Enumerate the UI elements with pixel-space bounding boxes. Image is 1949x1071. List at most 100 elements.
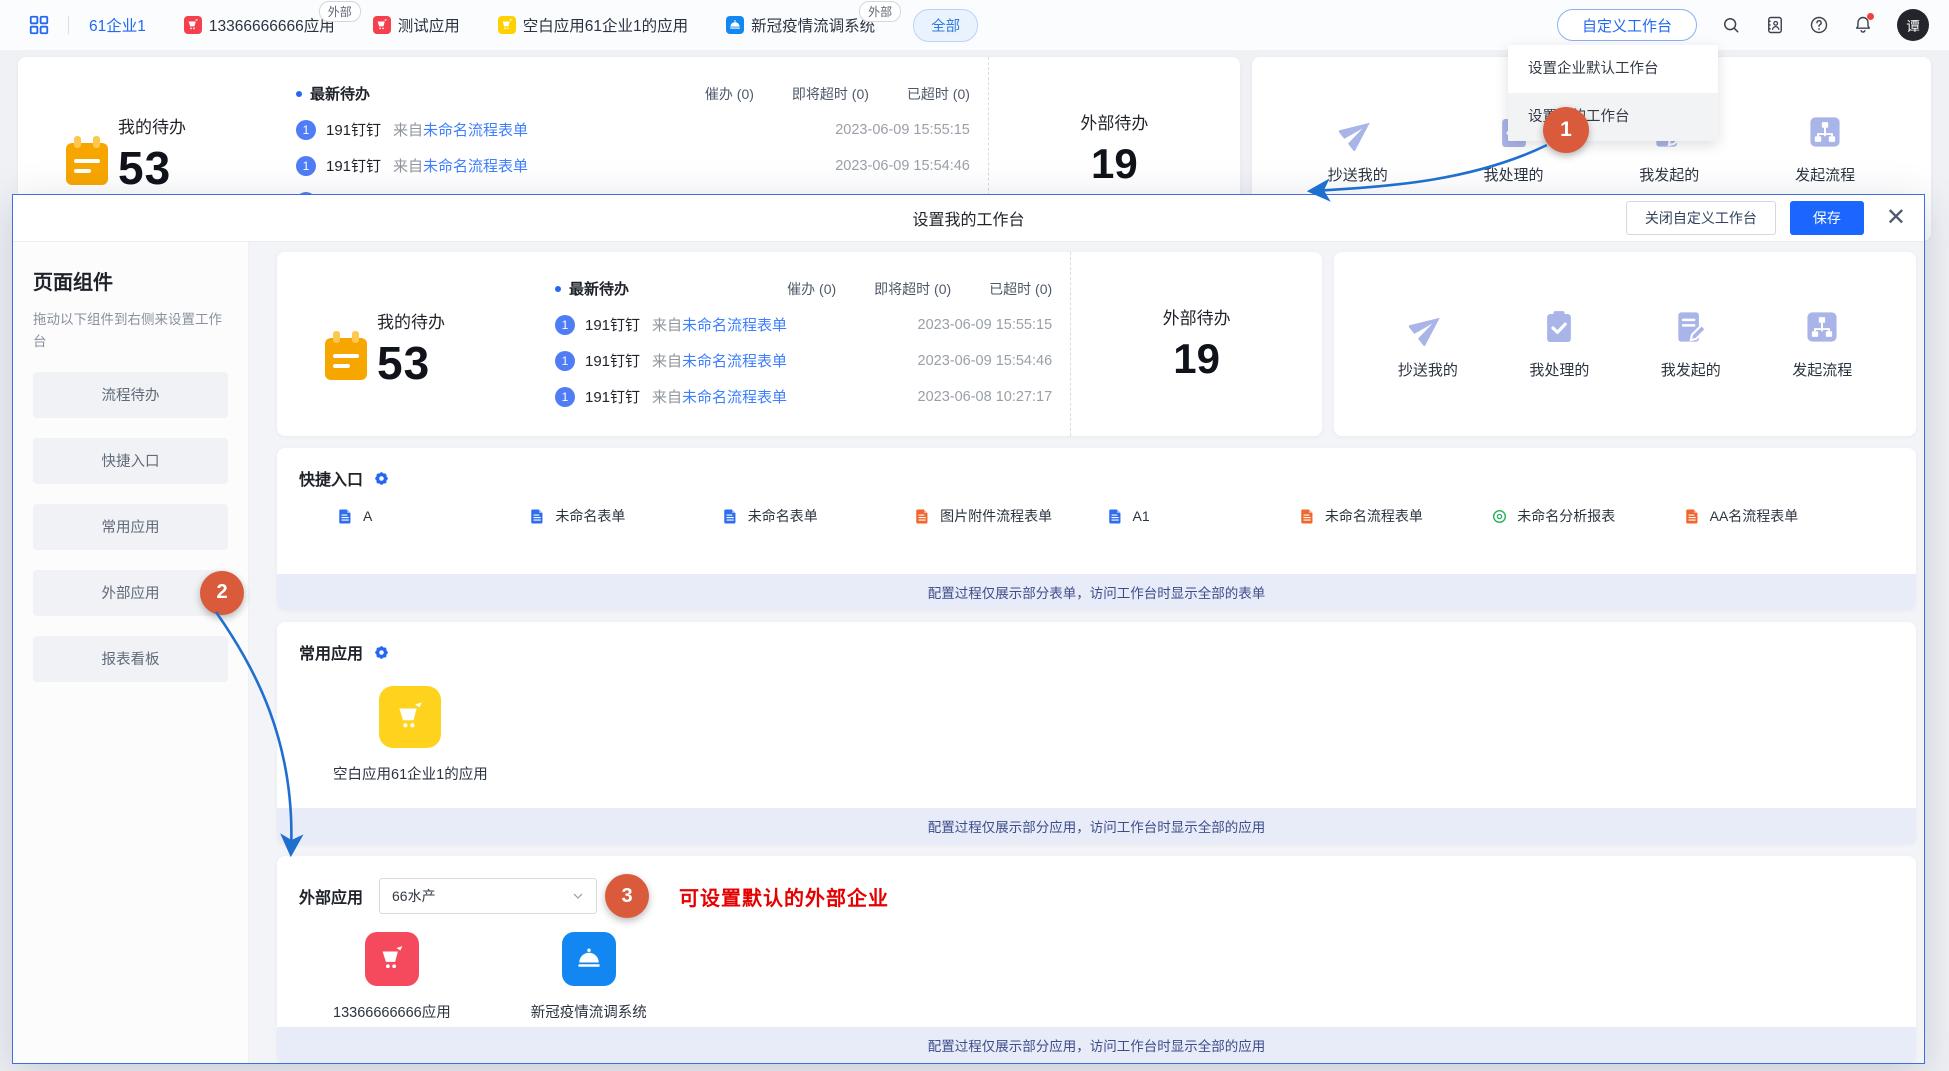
topbar-tabs: 61企业1 13366666666应用 外部 测试应用 空白应用61企业1的应用… [28, 9, 978, 42]
todo-row[interactable]: 1 191钉钉 来自 未命名流程表单 2023-06-09 15:54:46 [555, 350, 1052, 371]
timeout-soon-count[interactable]: 即将超时 (0) [792, 84, 869, 104]
urge-count[interactable]: 催办 (0) [787, 279, 836, 299]
quick-entry-item[interactable]: A1 [1107, 506, 1299, 526]
search-icon[interactable] [1721, 15, 1741, 35]
todo-clipboard-icon [64, 135, 110, 187]
entry-label: AA名流程表单 [1710, 506, 1799, 526]
todo-row[interactable]: 1 191钉钉 来自 未命名流程表单 2023-06-09 15:55:15 [555, 314, 1052, 335]
row-number-badge: 1 [555, 387, 575, 407]
quick-entry-item[interactable]: AA名流程表单 [1684, 506, 1876, 526]
my-todo-count: 53 [377, 336, 430, 390]
cart-app-icon [373, 16, 391, 34]
component-quick-entry[interactable]: 快捷入口 [33, 438, 228, 484]
help-icon[interactable] [1809, 15, 1829, 35]
quick-entry-item[interactable]: 图片附件流程表单 [914, 506, 1106, 526]
action-cc-me[interactable]: 抄送我的 [1328, 113, 1388, 185]
gear-icon[interactable] [373, 644, 390, 661]
todo-form-link[interactable]: 未命名流程表单 [423, 155, 528, 176]
cart-app-icon [498, 16, 516, 34]
todo-form-link[interactable]: 未命名流程表单 [682, 350, 787, 371]
todo-form-link[interactable]: 未命名流程表单 [682, 314, 787, 335]
close-customize-button[interactable]: 关闭自定义工作台 [1626, 201, 1776, 235]
cloche-app-icon [562, 932, 616, 986]
external-badge: 外部 [319, 1, 361, 22]
app-blank-61[interactable]: 空白应用61企业1的应用 [333, 686, 488, 784]
component-external-apps[interactable]: 外部应用 2 [33, 570, 228, 616]
tab-label: 空白应用61企业1的应用 [523, 14, 688, 36]
cart-app-icon [365, 932, 419, 986]
urge-count[interactable]: 催办 (0) [705, 84, 754, 104]
notification-bell[interactable] [1853, 15, 1873, 35]
todo-clipboard-icon [323, 330, 369, 382]
action-label: 我处理的 [1484, 164, 1544, 185]
tab-org[interactable]: 61企业1 [89, 14, 146, 36]
process-doc-icon [1299, 507, 1316, 526]
todo-time: 2023-06-09 15:54:46 [918, 353, 1053, 369]
tab-app-1336[interactable]: 13366666666应用 外部 [184, 14, 335, 36]
common-apps-section: 常用应用 空白应用61企业1的应用 配置过程仅展示部分应用，访问工作台时显示全部… [277, 622, 1916, 844]
menu-item-set-my-workbench[interactable]: 设置我的工作台 [1508, 93, 1718, 141]
external-apps-section: 外部应用 66水产 3 可设置默认的外部企业 13366666666应用 [277, 856, 1916, 1063]
my-todo-count: 53 [118, 141, 171, 195]
doc-edit-icon [1672, 308, 1710, 346]
timeout-soon-count[interactable]: 即将超时 (0) [874, 279, 951, 299]
external-todo-count: 19 [1173, 335, 1220, 383]
action-cc-me[interactable]: 抄送我的 [1398, 308, 1458, 380]
quick-entry-title: 快捷入口 [299, 466, 363, 490]
quick-entry-list: A 未命名表单 未命名表单 图片附件流程表单 [277, 490, 1916, 526]
gear-icon[interactable] [373, 470, 390, 487]
quick-entry-item[interactable]: 未命名分析报表 [1491, 506, 1683, 526]
timed-out-count[interactable]: 已超时 (0) [907, 84, 970, 104]
todo-time: 2023-06-08 10:27:17 [918, 389, 1053, 405]
menu-item-set-enterprise-default[interactable]: 设置企业默认工作台 [1508, 45, 1718, 93]
save-button[interactable]: 保存 [1790, 201, 1864, 235]
bullet-dot [555, 286, 561, 292]
external-todo-count: 19 [1091, 140, 1138, 188]
todo-form-link[interactable]: 未命名流程表单 [423, 119, 528, 140]
app-covid-system[interactable]: 新冠疫情流调系统 [531, 932, 647, 1022]
action-handled-by-me[interactable]: 我处理的 [1529, 308, 1589, 380]
quick-entry-item[interactable]: A [337, 506, 529, 526]
tab-test-app[interactable]: 测试应用 [373, 14, 460, 36]
process-actions-card: 抄送我的 我处理的 我发起的 发起流程 [1334, 252, 1916, 436]
close-icon[interactable]: ✕ [1886, 206, 1906, 230]
todo-row[interactable]: 1 191钉钉 来自 未命名流程表单 2023-06-08 10:27:17 [555, 386, 1052, 407]
quick-entry-section: 快捷入口 A 未命名表单 [277, 448, 1916, 610]
action-start-process[interactable]: 发起流程 [1792, 308, 1852, 380]
todo-form-link[interactable]: 未命名流程表单 [682, 386, 787, 407]
action-label: 我处理的 [1529, 359, 1589, 380]
todo-time: 2023-06-09 15:54:46 [835, 158, 970, 174]
component-report-board[interactable]: 报表看板 [33, 636, 228, 682]
entry-label: 未命名分析报表 [1517, 506, 1615, 526]
todo-row[interactable]: 1 191钉钉 来自 未命名流程表单 2023-06-09 15:55:15 [296, 119, 970, 140]
form-doc-icon [1107, 507, 1124, 526]
action-start-process[interactable]: 发起流程 [1795, 113, 1855, 185]
external-company-select[interactable]: 66水产 [379, 878, 597, 914]
customize-workbench-button[interactable]: 自定义工作台 [1557, 9, 1697, 41]
avatar[interactable]: 谭 [1897, 9, 1929, 41]
entry-label: A1 [1133, 508, 1150, 524]
app-1336[interactable]: 13366666666应用 [333, 932, 451, 1022]
annotation-step-3: 3 [605, 874, 649, 918]
workbench-grid-icon[interactable] [28, 14, 50, 36]
todo-title: 191钉钉 [585, 350, 640, 371]
quick-entry-item[interactable]: 未命名流程表单 [1299, 506, 1491, 526]
quick-entry-item[interactable]: 未命名表单 [722, 506, 914, 526]
component-common-apps[interactable]: 常用应用 [33, 504, 228, 550]
action-label: 发起流程 [1792, 359, 1852, 380]
sidebar-title: 页面组件 [33, 266, 228, 295]
all-apps-pill[interactable]: 全部 [913, 9, 978, 42]
contacts-icon[interactable] [1765, 15, 1785, 35]
action-started-by-me[interactable]: 我发起的 [1661, 308, 1721, 380]
set-my-workbench-modal: 设置我的工作台 关闭自定义工作台 保存 ✕ 页面组件 拖动以下组件到右侧来设置工… [12, 194, 1925, 1064]
todo-row[interactable]: 1 191钉钉 来自 未命名流程表单 2023-06-09 15:54:46 [296, 155, 970, 176]
component-process-todo[interactable]: 流程待办 [33, 372, 228, 418]
external-badge: 外部 [859, 1, 901, 22]
components-sidebar: 页面组件 拖动以下组件到右侧来设置工作台 流程待办 快捷入口 常用应用 外部应用… [13, 242, 249, 1063]
todo-from: 来自 [652, 314, 682, 335]
timed-out-count[interactable]: 已超时 (0) [989, 279, 1052, 299]
tab-blank-app[interactable]: 空白应用61企业1的应用 [498, 14, 688, 36]
tab-covid-app[interactable]: 新冠疫情流调系统 外部 [726, 14, 875, 36]
quick-entry-item[interactable]: 未命名表单 [529, 506, 721, 526]
cloche-app-icon [726, 16, 744, 34]
